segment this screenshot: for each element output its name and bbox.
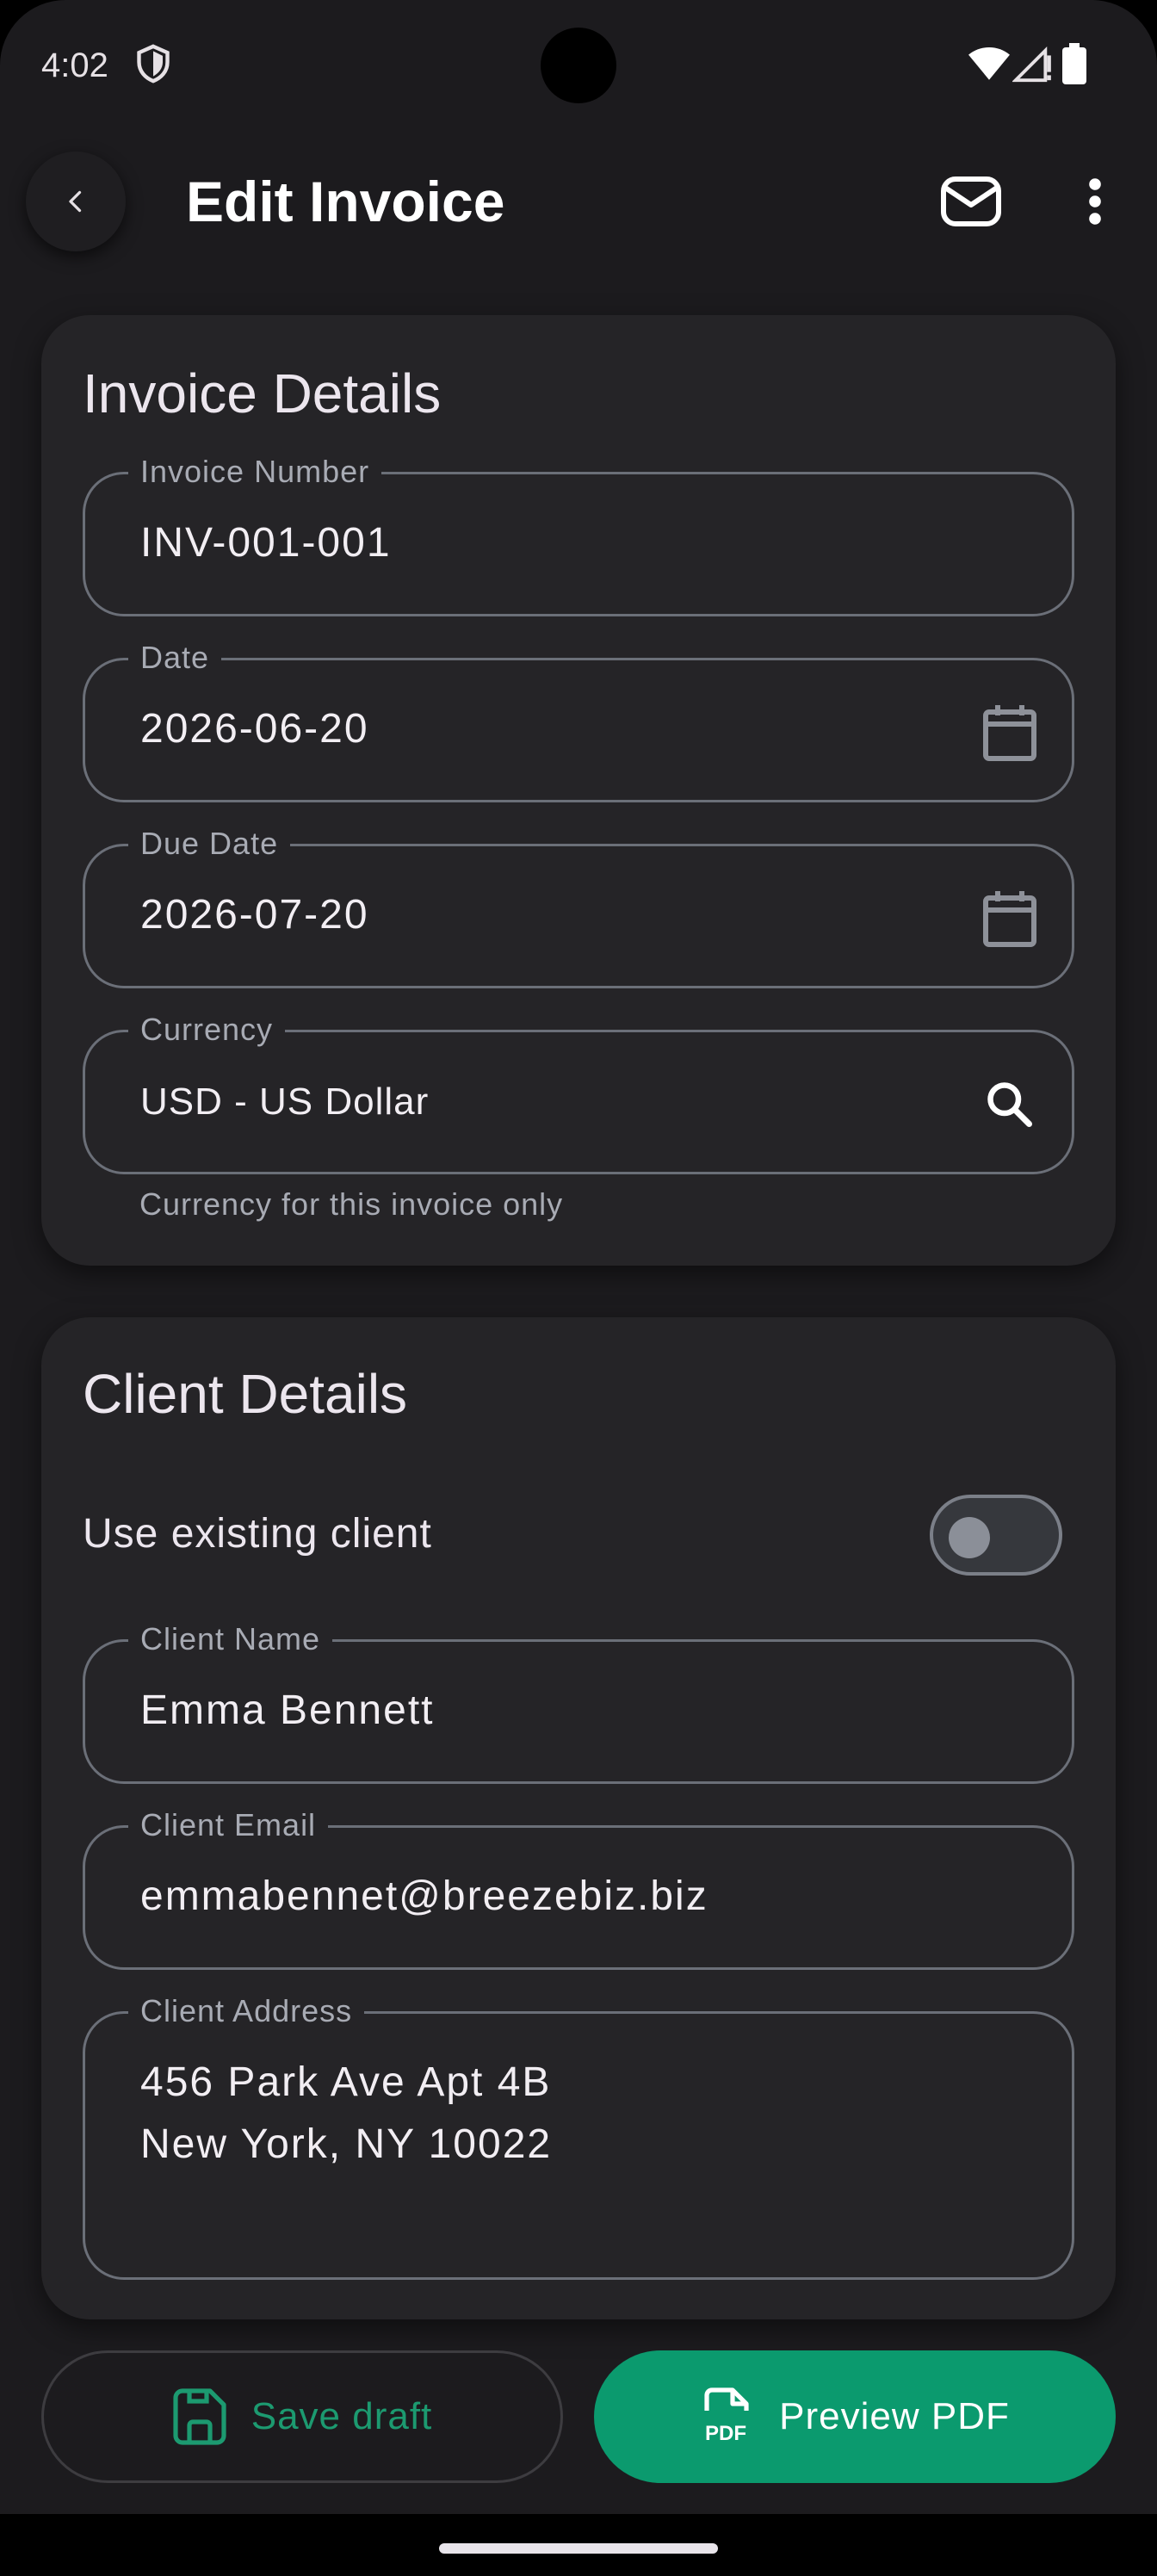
use-existing-client-toggle[interactable] bbox=[930, 1495, 1062, 1576]
use-existing-client-label: Use existing client bbox=[83, 1511, 432, 1557]
preview-pdf-label: Preview PDF bbox=[779, 2395, 1010, 2437]
client-name-label: Client Name bbox=[128, 1621, 333, 1657]
search-icon bbox=[987, 1082, 1032, 1127]
client-address-label: Client Address bbox=[128, 1993, 365, 2029]
more-vert-icon bbox=[1089, 178, 1101, 225]
wifi-icon bbox=[968, 46, 1010, 80]
date-value: 2026-06-20 bbox=[140, 706, 369, 752]
shield-icon bbox=[137, 44, 170, 84]
chevron-left-icon bbox=[69, 190, 82, 213]
client-email-field[interactable]: Client Email emmabennet@breezebiz.biz bbox=[83, 1807, 1074, 1970]
pdf-file-icon: PDF bbox=[704, 2387, 749, 2445]
date-label: Date bbox=[128, 640, 222, 676]
client-email-value: emmabennet@breezebiz.biz bbox=[140, 1873, 708, 1919]
date-picker-button[interactable] bbox=[979, 702, 1041, 764]
back-button[interactable] bbox=[26, 152, 126, 251]
save-draft-button[interactable]: Save draft bbox=[41, 2350, 563, 2483]
client-details-title: Client Details bbox=[83, 1363, 408, 1425]
pdf-badge-text: PDF bbox=[705, 2422, 746, 2445]
currency-value: USD - US Dollar bbox=[140, 1081, 430, 1123]
save-draft-label: Save draft bbox=[251, 2395, 433, 2437]
currency-search-button[interactable] bbox=[979, 1074, 1041, 1136]
client-address-line-2: New York, NY 10022 bbox=[140, 2121, 553, 2167]
preview-pdf-button[interactable]: PDF Preview PDF bbox=[594, 2350, 1116, 2483]
client-name-value: Emma Bennett bbox=[140, 1687, 435, 1733]
client-address-value: 456 Park Ave Apt 4B New York, NY 10022 bbox=[140, 2052, 552, 2176]
email-button[interactable] bbox=[937, 169, 1005, 234]
battery-icon bbox=[1062, 43, 1086, 84]
status-time: 4:02 bbox=[41, 46, 108, 84]
invoice-number-field[interactable]: Invoice Number INV-001-001 bbox=[83, 454, 1074, 616]
invoice-number-value: INV-001-001 bbox=[140, 520, 392, 566]
calendar-icon bbox=[983, 705, 1036, 761]
signal-icon bbox=[1012, 46, 1051, 83]
due-date-picker-button[interactable] bbox=[979, 888, 1041, 950]
due-date-value: 2026-07-20 bbox=[140, 892, 369, 938]
invoice-details-title: Invoice Details bbox=[83, 362, 442, 424]
mail-icon bbox=[941, 176, 1001, 226]
page-title: Edit Invoice bbox=[186, 170, 505, 233]
camera-cutout bbox=[541, 28, 616, 103]
client-details-card: Client Details Use existing client Clien… bbox=[41, 1317, 1116, 2319]
save-icon bbox=[173, 2388, 226, 2445]
invoice-details-card: Invoice Details Invoice Number INV-001-0… bbox=[41, 315, 1116, 1266]
calendar-icon bbox=[983, 891, 1036, 947]
invoice-number-label: Invoice Number bbox=[128, 454, 382, 490]
client-address-line-1: 456 Park Ave Apt 4B bbox=[140, 2059, 552, 2105]
client-address-field[interactable]: Client Address 456 Park Ave Apt 4B New Y… bbox=[83, 1993, 1074, 2280]
more-options-button[interactable] bbox=[1073, 169, 1117, 234]
screen: 4:02 Edit Invoice Invoice Details Invoic… bbox=[0, 0, 1157, 2576]
client-name-field[interactable]: Client Name Emma Bennett bbox=[83, 1621, 1074, 1784]
due-date-label: Due Date bbox=[128, 826, 291, 862]
home-indicator[interactable] bbox=[439, 2543, 718, 2554]
due-date-field[interactable]: Due Date 2026-07-20 bbox=[83, 826, 1074, 988]
currency-field[interactable]: Currency USD - US Dollar bbox=[83, 1012, 1074, 1174]
date-field[interactable]: Date 2026-06-20 bbox=[83, 640, 1074, 802]
currency-label: Currency bbox=[128, 1012, 286, 1048]
currency-helper-text: Currency for this invoice only bbox=[139, 1186, 564, 1222]
toggle-thumb bbox=[949, 1517, 990, 1558]
client-email-label: Client Email bbox=[128, 1807, 329, 1843]
